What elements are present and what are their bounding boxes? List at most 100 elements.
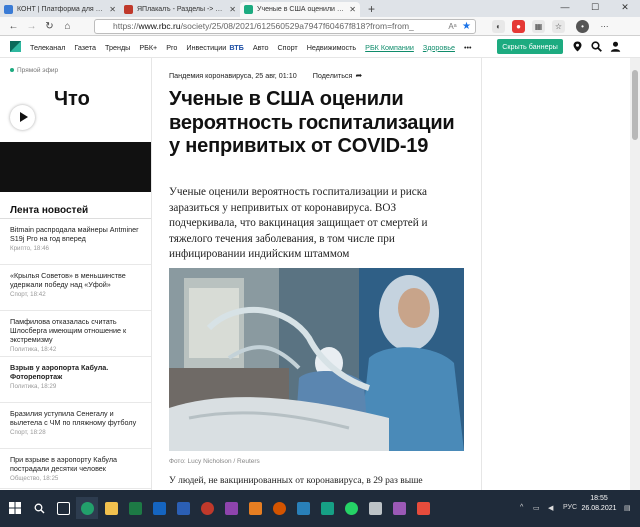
favorites-icon[interactable]: ☆ (552, 20, 565, 33)
nav-item-realty[interactable]: Недвижимость (307, 43, 356, 52)
nav-item-sport[interactable]: Спорт (277, 43, 297, 52)
site-nav: Телеканал Газета Тренды РБК+ Pro Инвести… (30, 36, 481, 58)
tab-favicon-icon (244, 5, 253, 14)
browser-tab-rbc-active[interactable]: Ученые в США оценили вероятн ✕ (240, 2, 360, 17)
nav-item-tv[interactable]: Телеканал (30, 43, 65, 52)
taskbar-app-icon[interactable] (412, 497, 434, 519)
menu-dots-icon[interactable]: ⋯ (598, 20, 611, 33)
news-feed-title[interactable]: Лента новостей (10, 205, 88, 216)
extension-icon[interactable]: ◐ (492, 20, 505, 33)
taskbar-search-icon[interactable] (28, 497, 50, 519)
windows-start-icon[interactable] (4, 497, 26, 519)
taskbar-excel-icon[interactable] (124, 497, 146, 519)
feed-item[interactable]: Bitmain распродала майнеры Antminer S19j… (0, 219, 151, 265)
nav-item-health[interactable]: Здоровье (423, 43, 455, 52)
taskbar-edge-icon[interactable] (76, 497, 98, 519)
taskbar-app-icon[interactable] (316, 497, 338, 519)
taskbar-whatsapp-icon[interactable] (340, 497, 362, 519)
nav-item-companies[interactable]: РБК Компании (365, 43, 414, 52)
location-pin-icon[interactable] (572, 41, 583, 52)
browser-tab-kont[interactable]: КОНТ | Платформа для социальн ✕ (0, 2, 120, 17)
taskbar-clock[interactable]: 18:55 26.08.2021 (580, 494, 618, 514)
tab-label: Ученые в США оценили вероятн (257, 6, 345, 13)
maximize-icon[interactable]: ☐ (580, 0, 610, 15)
rbc-logo[interactable] (10, 41, 21, 52)
site-header: Телеканал Газета Тренды РБК+ Pro Инвести… (0, 36, 640, 58)
nav-item-investments[interactable]: Инвестиции (186, 43, 226, 52)
feed-item[interactable]: Бразилия уступила Сенегалу и вылетела с … (0, 403, 151, 449)
feed-item-title: При взрыве в аэропорту Кабула пострадали… (10, 455, 118, 473)
live-video-band[interactable] (0, 142, 151, 192)
windows-logo-icon (9, 502, 21, 514)
scrollbar-thumb[interactable] (632, 70, 638, 140)
column-divider (151, 58, 152, 490)
play-icon[interactable] (10, 105, 35, 130)
taskbar-app-icon[interactable] (244, 497, 266, 519)
collections-icon[interactable]: ▦ (532, 20, 545, 33)
new-tab-button[interactable]: + (368, 2, 375, 17)
tab-favicon-icon (4, 5, 13, 14)
feed-item[interactable]: Взрыв у аэропорта Кабула. Фоторепортаж П… (0, 357, 151, 403)
nav-item-rbc-plus[interactable]: РБК+ (139, 43, 157, 52)
nav-item-pro[interactable]: Pro (166, 43, 177, 52)
taskbar-app-icon[interactable] (196, 497, 218, 519)
taskbar-app-icon[interactable] (220, 497, 242, 519)
minimize-icon[interactable]: — (550, 0, 580, 15)
nav-item-vtb[interactable]: ВТБ (229, 43, 243, 52)
taskbar-app-icon[interactable] (268, 497, 290, 519)
feed-item[interactable]: При взрыве в аэропорту Кабула пострадали… (0, 449, 151, 489)
url-input[interactable]: https://www.rbc.ru/society/25/08/2021/61… (94, 19, 476, 34)
reader-icon[interactable]: Aᵃ (445, 19, 460, 34)
extension-icon[interactable]: ● (512, 20, 525, 33)
article-meta: Пандемия коронавируса, 25 авг, 01:10 Под… (169, 71, 362, 80)
taskbar-outlook-icon[interactable] (148, 497, 170, 519)
feed-item-title: Бразилия уступила Сенегалу и вылетела с … (10, 409, 137, 427)
tray-chevron-icon[interactable]: ^ (520, 504, 523, 511)
tab-close-icon[interactable]: ✕ (229, 5, 236, 14)
favorite-star-icon[interactable]: ★ (459, 19, 474, 34)
taskbar-app-icon[interactable] (364, 497, 386, 519)
taskbar-word-icon[interactable] (172, 497, 194, 519)
back-icon[interactable]: ← (6, 19, 21, 34)
search-icon[interactable] (591, 41, 602, 52)
home-icon[interactable]: ⌂ (60, 19, 75, 34)
live-tag: Прямой эфир (10, 67, 58, 74)
page-scrollbar[interactable] (630, 58, 640, 490)
search-icon (34, 503, 44, 513)
clock-date: 26.08.2021 (581, 505, 617, 512)
reload-icon[interactable]: ↻ (42, 19, 57, 34)
hide-banners-button[interactable]: Скрыть баннеры (497, 39, 563, 54)
browser-tab-yaplakal[interactable]: ЯПлакалъ - Разделы -> Цитирую ✕ (120, 2, 240, 17)
feed-item-title: Памфилова отказалась считать Шлосберга и… (10, 317, 127, 344)
article-photo[interactable] (169, 268, 464, 451)
feed-item-title: «Крылья Советов» в меньшинстве удержали … (10, 271, 126, 289)
article-rubric-date[interactable]: Пандемия коронавируса, 25 авг, 01:10 (169, 71, 297, 80)
taskbar-app-icon[interactable] (292, 497, 314, 519)
taskbar-app-icon[interactable] (388, 497, 410, 519)
feed-item[interactable]: «Крылья Советов» в меньшинстве удержали … (0, 265, 151, 311)
avatar[interactable]: • (576, 20, 589, 33)
tray-language[interactable]: РУС (563, 504, 577, 511)
nav-more-icon[interactable]: ••• (464, 43, 472, 52)
forward-icon[interactable]: → (24, 19, 39, 34)
tab-favicon-icon (124, 5, 133, 14)
tray-network-icon[interactable]: ▭ (533, 504, 540, 512)
tab-close-icon[interactable]: ✕ (109, 5, 116, 14)
feed-item-title: Bitmain распродала майнеры Antminer S19j… (10, 225, 139, 243)
feed-item[interactable]: Памфилова отказалась считать Шлосберга и… (0, 311, 151, 357)
share-button[interactable]: Поделиться ➦ (313, 71, 362, 80)
tray-volume-icon[interactable]: ◀ (548, 504, 553, 512)
article-lead: Ученые оценили вероятность госпитализаци… (169, 186, 428, 260)
user-profile-icon[interactable] (610, 41, 621, 52)
nav-item-trends[interactable]: Тренды (105, 43, 130, 52)
nav-item-auto[interactable]: Авто (253, 43, 269, 52)
task-view-icon[interactable] (52, 497, 74, 519)
article-body: У людей, не вакцинированных от коронавир… (169, 476, 423, 486)
nav-item-newspaper[interactable]: Газета (74, 43, 96, 52)
share-arrow-icon: ➦ (355, 71, 363, 80)
notifications-icon[interactable]: ▤ (624, 504, 631, 512)
close-window-icon[interactable]: ✕ (610, 0, 640, 15)
address-bar-row: ← → ↻ ⌂ https://www.rbc.ru/society/25/08… (0, 17, 640, 36)
tab-close-icon[interactable]: ✕ (349, 5, 356, 14)
taskbar-explorer-icon[interactable] (100, 497, 122, 519)
